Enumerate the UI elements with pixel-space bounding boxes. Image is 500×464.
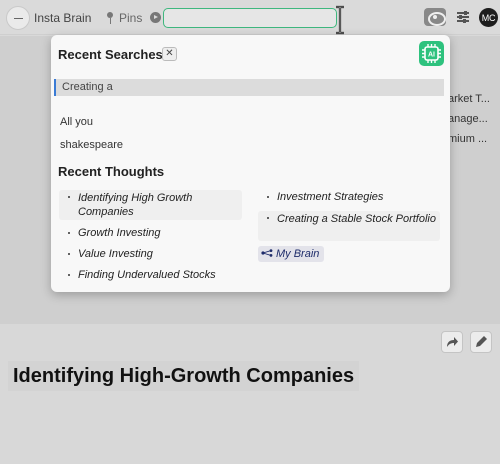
background-snippet[interactable]: arket T...	[448, 93, 500, 105]
bullet	[68, 274, 70, 276]
clear-searches-button[interactable]: ✕	[162, 47, 177, 61]
play-icon[interactable]	[150, 12, 161, 23]
thought-item[interactable]: Identifying High Growth Companies	[59, 190, 242, 220]
thought-detail-area	[0, 324, 500, 464]
bullet	[267, 217, 269, 219]
recent-thoughts-title: Recent Thoughts	[58, 164, 165, 179]
recent-search-item[interactable]: shakespeare	[60, 139, 123, 151]
thought-item[interactable]: Growth Investing	[59, 226, 242, 242]
search-input[interactable]	[163, 8, 337, 28]
bullet	[68, 232, 70, 234]
share-icon	[447, 337, 458, 347]
eye-icon[interactable]	[424, 8, 446, 26]
text-cursor-icon	[336, 5, 344, 35]
background-snippet[interactable]: mium ...	[448, 133, 500, 145]
recent-search-item[interactable]: Creating a	[54, 79, 444, 96]
background-snippet[interactable]: anage...	[448, 113, 500, 125]
sliders-icon[interactable]	[457, 11, 469, 23]
ai-chip-icon[interactable]: AI	[419, 41, 444, 66]
thought-label: Identifying High Growth Companies	[78, 192, 193, 218]
thought-label: Value Investing	[78, 248, 153, 260]
avatar[interactable]: MC	[479, 8, 498, 27]
ai-label: AI	[428, 52, 435, 59]
edit-button[interactable]	[470, 331, 492, 353]
page-title: Identifying High-Growth Companies	[8, 361, 360, 391]
thought-label: Creating a Stable Stock Portfolio	[277, 213, 436, 225]
my-brain-link[interactable]: My Brain	[258, 246, 324, 262]
brain-network-icon	[261, 249, 273, 257]
thought-item[interactable]: Creating a Stable Stock Portfolio	[258, 211, 440, 241]
search-dropdown: Recent Searches ✕ AI Creating a All you …	[51, 35, 450, 292]
bullet	[68, 196, 70, 198]
thought-item[interactable]: Investment Strategies	[258, 190, 440, 206]
recent-search-item[interactable]: All you	[60, 116, 93, 128]
app-name[interactable]: Insta Brain	[34, 11, 91, 25]
pins-label: Pins	[119, 11, 143, 25]
my-brain-label: My Brain	[276, 248, 320, 260]
app-logo-icon[interactable]	[6, 6, 30, 30]
pins-button[interactable]: Pins	[105, 11, 142, 25]
top-bar: Insta Brain Pins MC	[0, 0, 500, 35]
pencil-icon	[476, 336, 487, 347]
bullet	[267, 196, 269, 198]
share-button[interactable]	[441, 331, 463, 353]
thought-item[interactable]: Finding Undervalued Stocks	[59, 268, 242, 284]
pin-icon	[105, 12, 115, 24]
thought-label: Finding Undervalued Stocks	[78, 269, 216, 281]
thought-label: Investment Strategies	[277, 191, 384, 203]
bullet	[68, 253, 70, 255]
thought-label: Growth Investing	[78, 227, 161, 239]
recent-searches-title: Recent Searches	[58, 47, 163, 62]
thought-item[interactable]: Value Investing	[59, 247, 242, 263]
